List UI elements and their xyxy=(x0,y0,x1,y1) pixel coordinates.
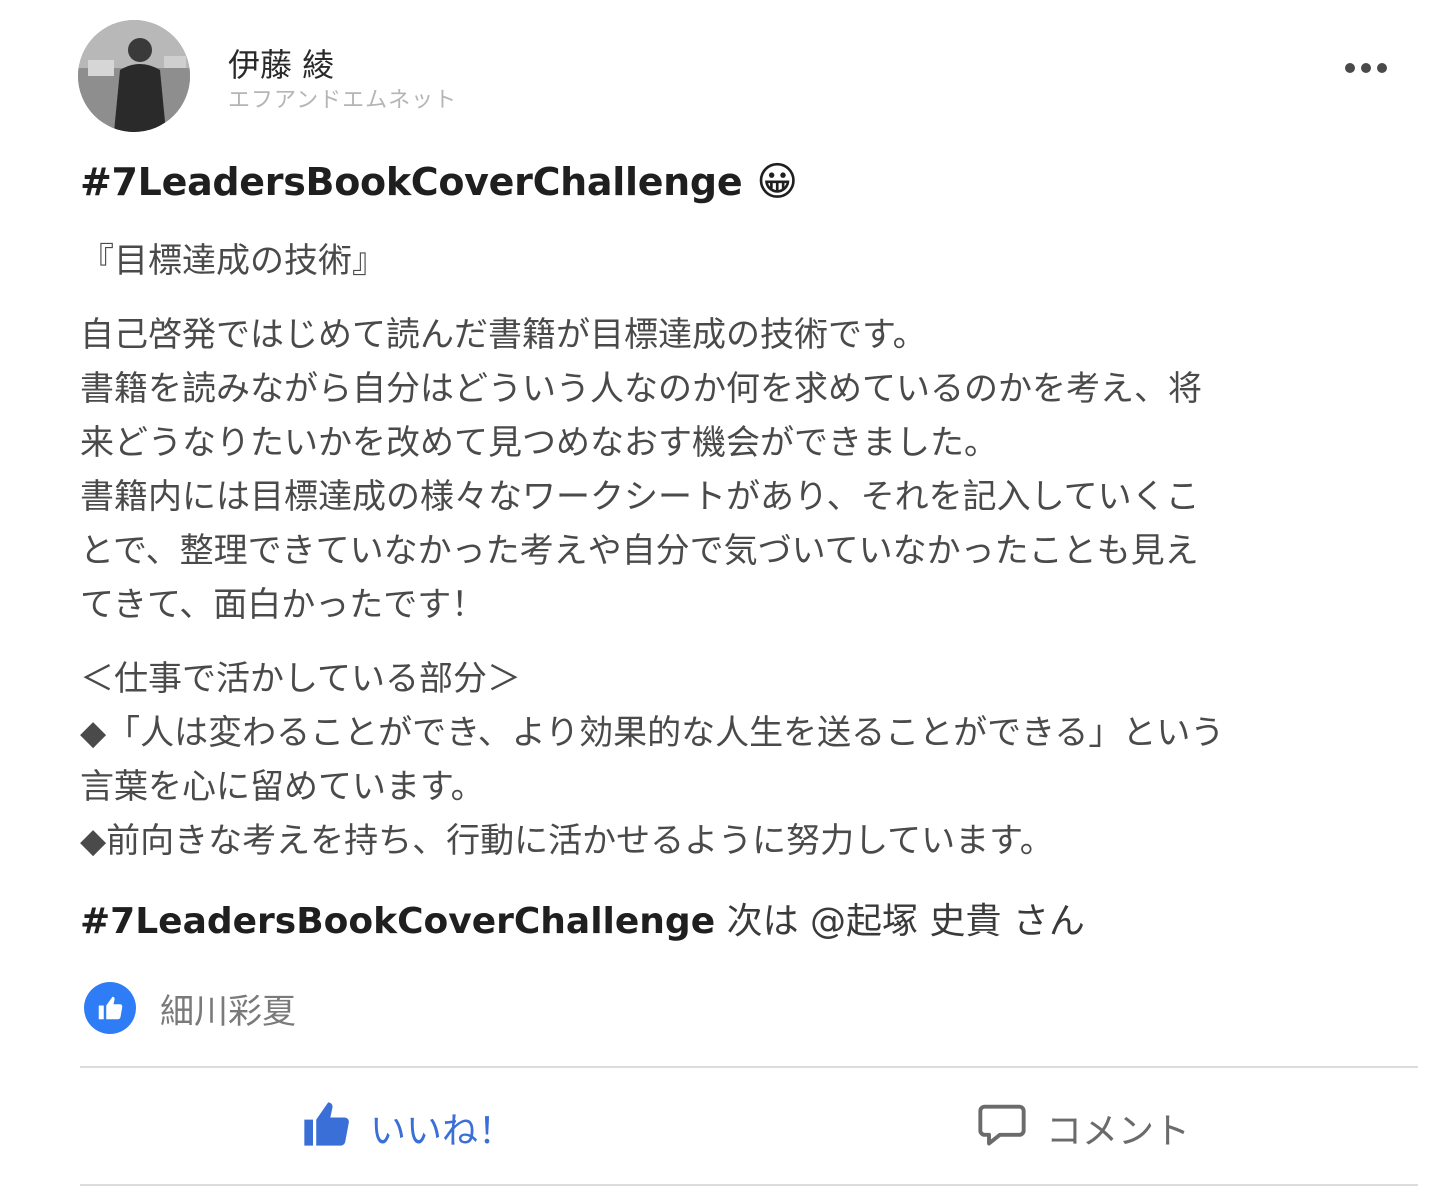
comment-button-label: コメント xyxy=(1046,1111,1191,1152)
post-hashtag-title: #7LeadersBookCoverChallenge 😀 xyxy=(80,160,798,204)
body-line: 来どうなりたいかを改めて見つめなおす機会ができました。 xyxy=(80,423,998,463)
like-reaction-icon xyxy=(84,982,136,1034)
grinning-face-emoji: 😀 xyxy=(756,159,798,205)
comment-icon xyxy=(976,1098,1028,1159)
divider xyxy=(80,1184,1418,1186)
author-organization: エフアンドエムネット xyxy=(228,88,458,113)
footer-mention-text[interactable]: 次は @起塚 史貴 さん xyxy=(715,901,1085,942)
body-line: とで、整理できていなかった考えや自分で気づいていなかったことも見え xyxy=(80,531,1199,571)
bullet-line: ◆前向きな考えを持ち、行動に活かせるように努力しています。 xyxy=(80,821,1054,861)
reactions-summary[interactable]: 細川彩夏 xyxy=(84,980,296,1036)
more-options-icon[interactable] xyxy=(1336,54,1396,82)
like-button-label: いいね！ xyxy=(370,1111,515,1152)
section-heading: ＜仕事で活かしている部分＞ xyxy=(80,659,521,699)
footer-hashtag-link[interactable]: #7LeadersBookCoverChallenge xyxy=(80,901,715,942)
thumbs-up-icon xyxy=(300,1098,352,1159)
divider xyxy=(80,1066,1418,1068)
author-name[interactable]: 伊藤 綾 xyxy=(228,40,334,86)
book-title: 『目標達成の技術』 xyxy=(80,241,386,281)
bullet-line: ◆「人は変わることができ、より効果的な人生を送ることができる」という xyxy=(80,713,1225,753)
like-button[interactable]: いいね！ xyxy=(300,1096,514,1160)
author-avatar[interactable] xyxy=(78,20,190,132)
post-body: 『目標達成の技術』 自己啓発ではじめて読んだ書籍が目標達成の技術です。 書籍を読… xyxy=(80,234,1420,868)
post-footer-tag: #7LeadersBookCoverChallenge 次は @起塚 史貴 さん xyxy=(80,892,1085,944)
hashtag-link[interactable]: #7LeadersBookCoverChallenge xyxy=(80,160,743,204)
body-line: てきて、面白かったです！ xyxy=(80,585,486,625)
bullet-line: 言葉を心に留めています。 xyxy=(80,767,485,807)
comment-button[interactable]: コメント xyxy=(976,1096,1190,1160)
reactor-names[interactable]: 細川彩夏 xyxy=(160,984,296,1033)
body-line: 書籍を読みながら自分はどういう人なのか何を求めているのかを考え、将 xyxy=(80,369,1202,409)
body-line: 書籍内には目標達成の様々なワークシートがあり、それを記入していくこ xyxy=(80,477,1200,517)
body-line: 自己啓発ではじめて読んだ書籍が目標達成の技術です。 xyxy=(80,315,927,355)
